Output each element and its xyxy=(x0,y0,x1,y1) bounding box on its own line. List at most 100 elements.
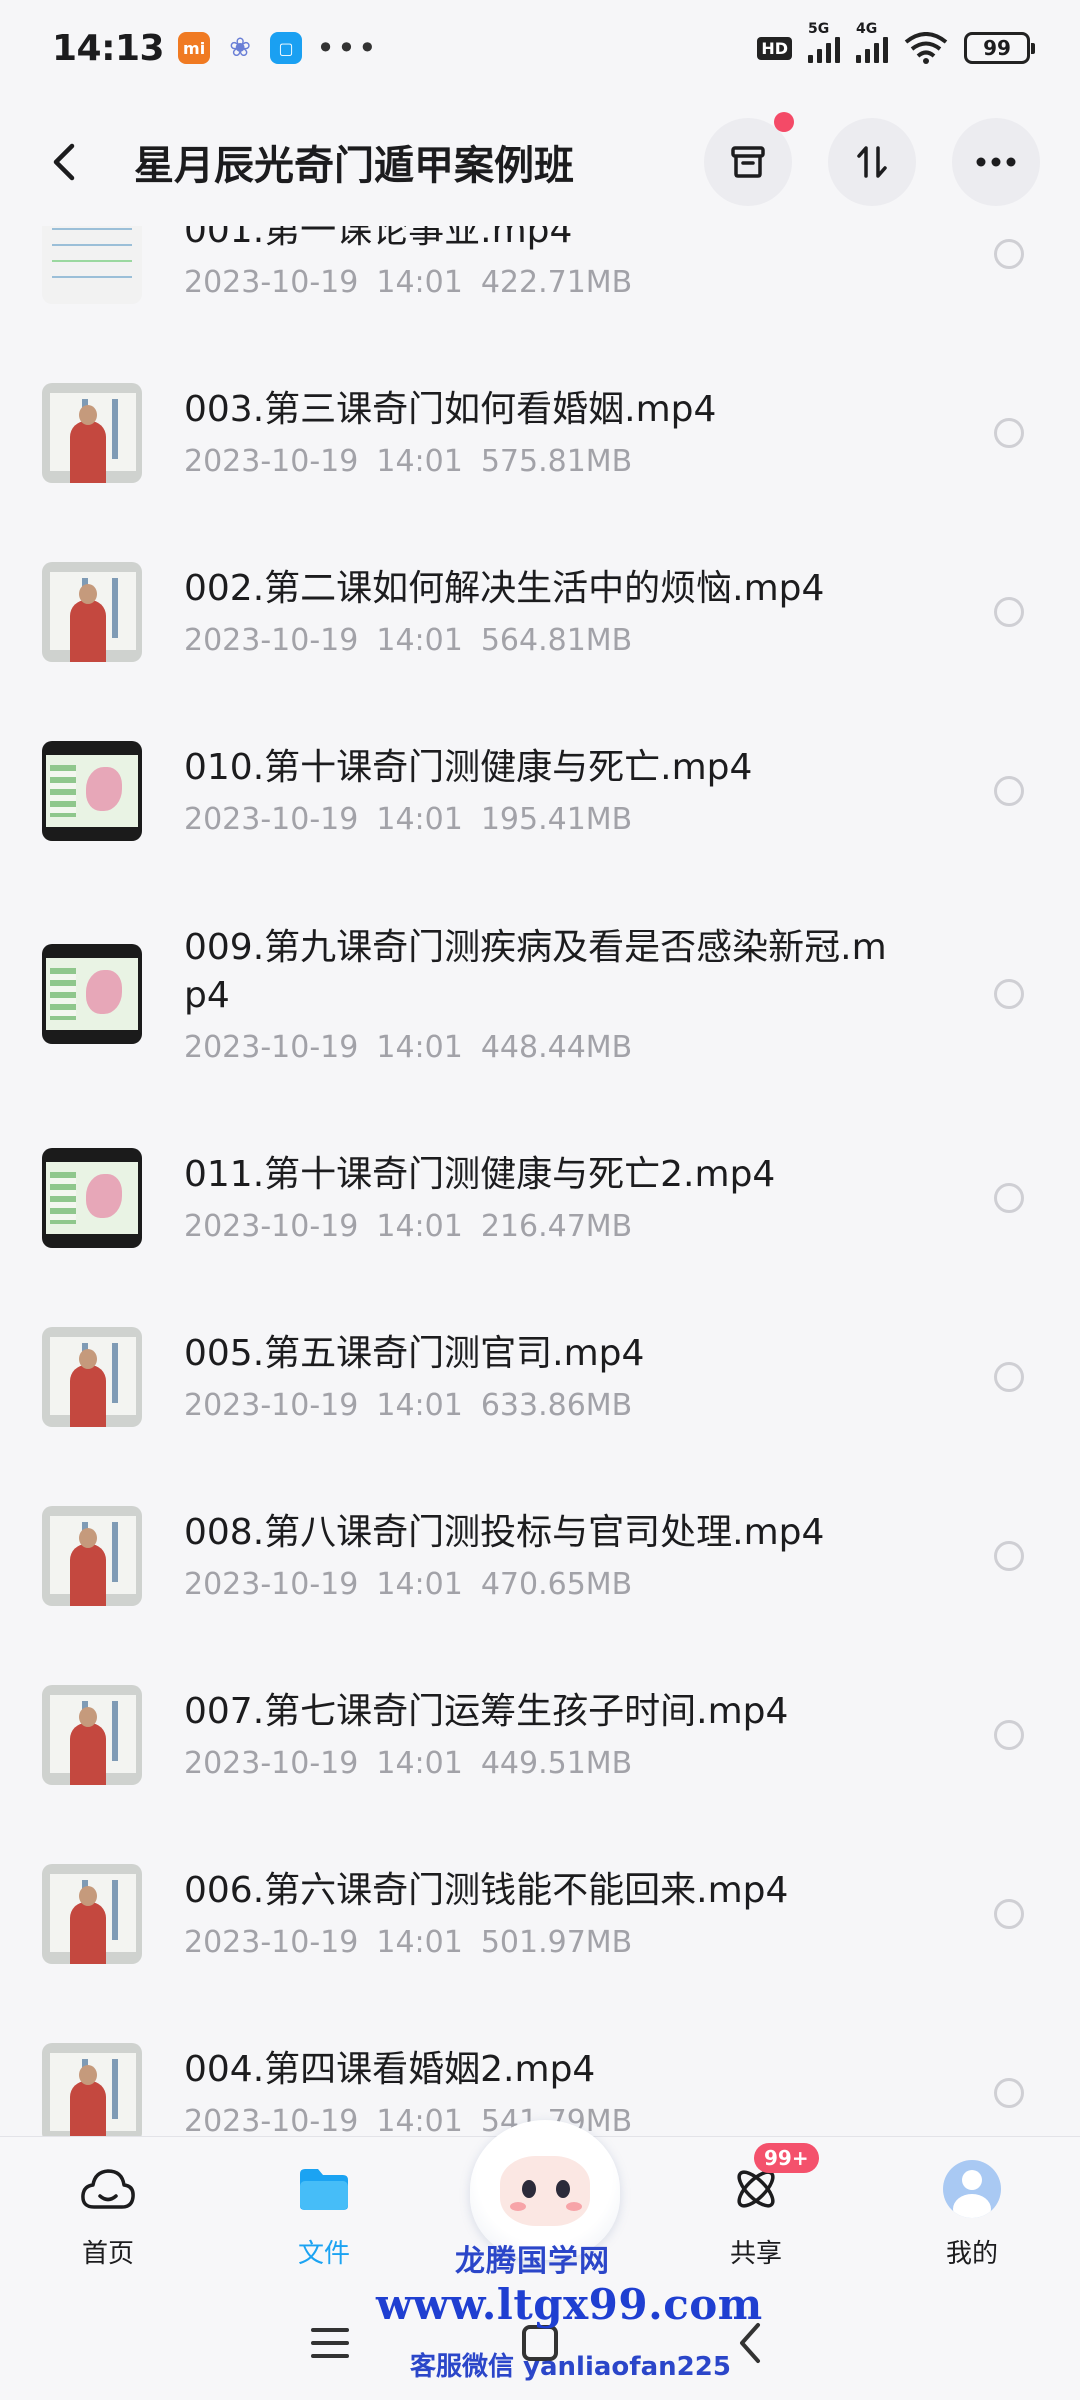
select-checkbox[interactable] xyxy=(994,238,1024,269)
more-options-button[interactable] xyxy=(952,118,1040,206)
file-row[interactable]: 009.第九课奇门测疾病及看是否感染新冠.mp4 2023-10-19 14:01 4… xyxy=(0,880,1080,1108)
file-row[interactable]: 011.第十课奇门测健康与死亡2.mp4 2023-10-19 14:01 216.4… xyxy=(0,1108,1080,1287)
wifi-icon xyxy=(904,32,948,64)
file-time: 14:01 xyxy=(376,1388,463,1423)
file-name: 009.第九课奇门测疾病及看是否感染新冠.mp4 xyxy=(184,926,887,1016)
file-name: 011.第十课奇门测健康与死亡2.mp4 xyxy=(184,1154,776,1195)
page-title: 星月辰光奇门遁甲案例班 xyxy=(134,143,574,189)
select-checkbox[interactable] xyxy=(994,1361,1024,1392)
file-date: 2023-10-19 xyxy=(184,1388,359,1423)
file-row[interactable]: 003.第三课奇门如何看婚姻.mp4 2023-10-19 14:01 575.81M… xyxy=(0,343,1080,522)
file-row[interactable]: 005.第五课奇门测官司.mp4 2023-10-19 14:01 633.86MB xyxy=(0,1287,1080,1466)
file-time: 14:01 xyxy=(376,1209,463,1244)
file-size: 449.51MB xyxy=(480,1746,633,1781)
file-meta: 2023-10-19 14:01 448.44MB xyxy=(184,1030,994,1065)
file-list-content: 001.第一课论事业.mp4 2023-10-19 14:01 422.71MB 003… xyxy=(0,226,1080,2136)
bottom-nav: 首页 文件 99+ 共享 我的 xyxy=(0,2136,1080,2286)
file-row[interactable]: 007.第七课奇门运筹生孩子时间.mp4 2023-10-19 14:01 449.5… xyxy=(0,1645,1080,1824)
file-row[interactable]: 004.第四课看婚姻2.mp4 2023-10-19 14:01 541.79MB xyxy=(0,2003,1080,2136)
more-icon xyxy=(976,157,1016,167)
select-checkbox[interactable] xyxy=(994,979,1024,1009)
nav-me-label: 我的 xyxy=(945,2239,998,2269)
system-back-icon xyxy=(740,2323,760,2363)
select-checkbox[interactable] xyxy=(994,1540,1024,1571)
nav-share[interactable]: 99+ 共享 xyxy=(648,2137,864,2286)
file-meta: 2023-10-19 14:01 470.65MB xyxy=(184,1567,994,1602)
cloud-home-icon xyxy=(78,2159,138,2219)
file-row[interactable]: 006.第六课奇门测钱能不能回来.mp4 2023-10-19 14:01 501.9… xyxy=(0,1824,1080,2003)
file-date: 2023-10-19 xyxy=(184,1746,359,1781)
file-size: 575.81MB xyxy=(480,444,633,479)
file-row[interactable]: 010.第十课奇门测健康与死亡.mp4 2023-10-19 14:01 195.41… xyxy=(0,701,1080,880)
video-thumbnail xyxy=(42,1147,142,1248)
avatar xyxy=(943,2160,1001,2218)
file-size: 195.41MB xyxy=(480,802,633,837)
home-button[interactable] xyxy=(510,2313,570,2373)
nav-share-label: 共享 xyxy=(729,2239,782,2269)
signal-5g-label: 5G xyxy=(808,21,830,37)
select-checkbox[interactable] xyxy=(994,1719,1024,1750)
file-date: 2023-10-19 xyxy=(184,623,359,658)
file-row[interactable]: 001.第一课论事业.mp4 2023-10-19 14:01 422.71MB xyxy=(0,226,1080,343)
file-date: 2023-10-19 xyxy=(184,1029,359,1065)
file-size: 216.47MB xyxy=(480,1209,633,1244)
select-checkbox[interactable] xyxy=(994,596,1024,627)
file-meta: 2023-10-19 14:01 575.81MB xyxy=(184,444,994,479)
file-name: 008.第八课奇门测投标与官司处理.mp4 xyxy=(184,1512,825,1553)
video-thumbnail xyxy=(42,944,142,1044)
file-name: 006.第六课奇门测钱能不能回来.mp4 xyxy=(184,1870,789,1911)
file-time: 14:01 xyxy=(376,802,463,837)
select-checkbox[interactable] xyxy=(994,2077,1024,2108)
file-size: 541.79MB xyxy=(480,2104,633,2136)
archive-button[interactable] xyxy=(704,112,794,206)
file-time: 14:01 xyxy=(376,1029,463,1065)
blue-app-icon: ▢ xyxy=(270,32,303,64)
video-thumbnail xyxy=(42,1505,142,1606)
file-info: 002.第二课如何解决生活中的烦恼.mp4 2023-10-19 14:01 564.… xyxy=(184,565,994,658)
select-checkbox[interactable] xyxy=(994,1898,1024,1929)
status-bar: 14:13 mi ❀ ▢ ••• HD 5G 4G 99 xyxy=(0,0,1080,96)
file-size: 564.81MB xyxy=(480,623,633,658)
system-back-button[interactable] xyxy=(720,2313,780,2373)
file-size: 633.86MB xyxy=(480,1388,633,1423)
sort-icon xyxy=(857,146,887,178)
file-list[interactable]: 001.第一课论事业.mp4 2023-10-19 14:01 422.71MB 003… xyxy=(0,226,1080,2136)
system-navigation-bar xyxy=(0,2286,1080,2400)
nav-home[interactable]: 首页 xyxy=(0,2137,216,2286)
video-thumbnail xyxy=(42,740,142,841)
file-time: 14:01 xyxy=(376,1925,463,1960)
file-size: 422.71MB xyxy=(480,265,633,300)
bubble-app-icon: ❀ xyxy=(229,33,251,63)
share-badge: 99+ xyxy=(754,2143,819,2173)
file-meta: 2023-10-19 14:01 501.97MB xyxy=(184,1925,994,1960)
file-time: 14:01 xyxy=(376,1746,463,1781)
file-time: 14:01 xyxy=(376,1567,463,1602)
file-time: 14:01 xyxy=(376,265,463,300)
file-row[interactable]: 002.第二课如何解决生活中的烦恼.mp4 2023-10-19 14:01 564.… xyxy=(0,522,1080,701)
sort-button[interactable] xyxy=(828,118,916,206)
file-info: 010.第十课奇门测健康与死亡.mp4 2023-10-19 14:01 195.41… xyxy=(184,744,994,837)
nav-me[interactable]: 我的 xyxy=(864,2137,1080,2286)
file-date: 2023-10-19 xyxy=(184,265,359,300)
recents-button[interactable] xyxy=(300,2313,360,2373)
battery-icon: 99 xyxy=(964,32,1035,64)
video-thumbnail xyxy=(42,1326,142,1427)
file-size: 448.44MB xyxy=(480,1029,633,1065)
menu-icon xyxy=(311,2328,349,2358)
select-checkbox[interactable] xyxy=(994,417,1024,448)
select-checkbox[interactable] xyxy=(994,775,1024,806)
video-thumbnail xyxy=(42,561,142,662)
file-name: 004.第四课看婚姻2.mp4 xyxy=(184,2049,596,2090)
chevron-left-icon xyxy=(53,143,75,181)
nav-files[interactable]: 文件 xyxy=(216,2137,432,2286)
back-button[interactable] xyxy=(40,132,88,192)
video-thumbnail xyxy=(42,226,142,304)
status-time: 14:13 xyxy=(52,27,165,69)
video-thumbnail xyxy=(42,382,142,483)
status-right: HD 5G 4G 99 xyxy=(757,21,1035,64)
video-thumbnail xyxy=(42,1863,142,1964)
file-row[interactable]: 008.第八课奇门测投标与官司处理.mp4 2023-10-19 14:01 470.… xyxy=(0,1466,1080,1645)
avatar-wrap xyxy=(942,2159,1002,2219)
select-checkbox[interactable] xyxy=(994,1182,1024,1213)
video-thumbnail xyxy=(42,2042,142,2136)
